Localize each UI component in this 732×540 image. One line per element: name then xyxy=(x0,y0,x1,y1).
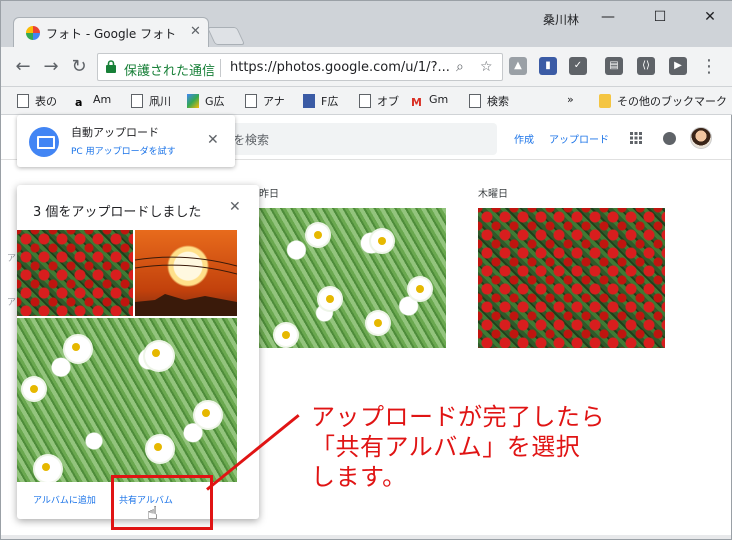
power-lines-graphic xyxy=(135,256,237,316)
try-uploader-link[interactable]: PC 用アップローダを試す xyxy=(71,144,176,157)
flower-shape xyxy=(145,342,173,370)
close-notification-icon[interactable]: ✕ xyxy=(207,132,219,148)
thumbnail-berries[interactable] xyxy=(17,230,133,316)
code-extension-icon[interactable]: ⟨⟩ xyxy=(637,57,655,75)
bookmark-item[interactable]: F広 xyxy=(303,93,338,109)
address-bar[interactable]: 保護された通信 https://photos.google.com/u/1/?.… xyxy=(97,53,503,81)
notifications-bell-icon[interactable] xyxy=(663,132,676,145)
title-bar: フォト - Google フォト ✕ 桑川林 — ☐ ✕ xyxy=(1,1,732,47)
page-icon xyxy=(131,94,143,108)
page-icon xyxy=(469,94,481,108)
photo-red-berries[interactable] xyxy=(478,208,665,348)
bookmark-star-icon[interactable]: ☆ xyxy=(480,59,493,75)
monitor-icon xyxy=(29,127,59,157)
add-to-album-button[interactable]: アルバムに追加 xyxy=(33,493,96,506)
tab-photos[interactable]: フォト - Google フォト ✕ xyxy=(13,17,209,47)
hand-cursor-icon: ☝ xyxy=(147,503,158,524)
bookmark-item[interactable]: a Am xyxy=(75,93,111,110)
media-extension-icon[interactable]: ▶ xyxy=(669,57,687,75)
create-link[interactable]: 作成 xyxy=(514,131,534,146)
close-window-button[interactable]: ✕ xyxy=(697,6,723,28)
browser-window: フォト - Google フォト ✕ 桑川林 — ☐ ✕ ← → ↻ 保護された… xyxy=(0,0,732,540)
gmail-icon: M xyxy=(411,96,422,109)
tab-title: フォト - Google フォト xyxy=(46,27,177,41)
google-ads-icon xyxy=(187,94,199,108)
browser-toolbar: ← → ↻ 保護された通信 https://photos.google.com/… xyxy=(1,47,732,87)
image-icon xyxy=(303,94,315,108)
flower-shape xyxy=(409,278,431,300)
flower-shape xyxy=(195,402,221,428)
folder-icon xyxy=(599,94,611,108)
flower-shape xyxy=(35,456,61,482)
maximize-button[interactable]: ☐ xyxy=(647,6,673,28)
flower-shape xyxy=(23,378,45,400)
profile-name[interactable]: 桑川林 xyxy=(543,11,579,28)
sidebar-fragment: ア xyxy=(7,298,17,308)
bookmark-item[interactable]: 凧川 xyxy=(131,93,171,109)
highlight-box xyxy=(111,475,213,530)
notification-title: 自動アップロード xyxy=(71,126,159,139)
bookmarks-overflow[interactable]: » xyxy=(567,93,574,106)
annotation-line-3: します。 xyxy=(311,463,407,491)
bookmark-item[interactable]: 表の xyxy=(17,93,57,109)
thumbnail-sunset[interactable] xyxy=(135,230,237,316)
annotation-line-1: アップロードが完了したら xyxy=(311,403,605,431)
page-icon xyxy=(17,94,29,108)
secure-label: 保護された通信 xyxy=(124,64,216,79)
flower-shape xyxy=(65,336,91,362)
upload-link[interactable]: アップロード xyxy=(549,131,609,146)
url-text[interactable]: https://photos.google.com/u/1/?... xyxy=(230,60,450,75)
bookmarks-bar: 表の a Am 凧川 G広 アナ F広 オブ M Gm 検索 » その他のブックマー… xyxy=(1,87,732,115)
menu-icon[interactable]: ⋮ xyxy=(699,57,719,77)
flower-shape xyxy=(371,230,393,252)
minimize-button[interactable]: — xyxy=(595,6,621,28)
upload-card-title: 3 個をアップロードしました xyxy=(33,205,202,220)
flower-shape xyxy=(319,288,341,310)
zoom-search-icon[interactable]: ⌕ xyxy=(456,59,464,75)
bookmark-item[interactable]: オブ xyxy=(359,93,399,109)
bookmark-item[interactable]: アナ xyxy=(245,93,285,109)
lock-icon xyxy=(106,60,116,73)
photo-flowers[interactable] xyxy=(259,208,446,348)
flower-shape xyxy=(275,324,297,346)
account-avatar[interactable] xyxy=(690,127,712,149)
thumbnail-flowers[interactable] xyxy=(17,318,237,482)
photo-search-input[interactable]: を検索 xyxy=(229,123,497,155)
drive-extension-icon[interactable]: ▲ xyxy=(509,57,527,75)
auto-upload-notification: 自動アップロード PC 用アップローダを試す ✕ xyxy=(17,115,235,167)
annotation-line-2: 「共有アルバム」を選択 xyxy=(311,433,581,461)
divider xyxy=(220,59,221,77)
back-button[interactable]: ← xyxy=(13,57,33,77)
flower-shape xyxy=(367,312,389,334)
bookmark-item[interactable]: 検索 xyxy=(469,93,509,109)
google-photos-icon xyxy=(26,26,40,40)
bookmark-item[interactable]: M Gm xyxy=(411,93,448,110)
page-icon xyxy=(359,94,371,108)
amazon-icon: a xyxy=(75,96,83,109)
date-heading-yesterday: 昨日 xyxy=(259,189,279,200)
flower-shape xyxy=(147,436,173,462)
search-placeholder: を検索 xyxy=(233,133,270,147)
document-extension-icon[interactable]: ▤ xyxy=(605,57,623,75)
check-extension-icon[interactable]: ✓ xyxy=(569,57,587,75)
other-bookmarks[interactable]: その他のブックマーク xyxy=(599,93,727,109)
bookmark-item[interactable]: G広 xyxy=(187,93,225,109)
sidebar-fragment: ア xyxy=(7,254,17,264)
forward-button[interactable]: → xyxy=(41,57,61,77)
reload-button[interactable]: ↻ xyxy=(69,57,89,77)
apps-grid-icon[interactable] xyxy=(630,132,642,144)
new-tab-button[interactable] xyxy=(206,27,246,45)
page-icon xyxy=(245,94,257,108)
bookmark-extension-icon[interactable]: ▮ xyxy=(539,57,557,75)
flower-shape xyxy=(307,224,329,246)
close-upload-card-icon[interactable]: ✕ xyxy=(229,199,241,215)
upload-complete-card: 3 個をアップロードしました ✕ アルバムに追加 共有アルバム xyxy=(17,185,259,519)
tab-close-icon[interactable]: ✕ xyxy=(190,24,201,39)
date-heading-thursday: 木曜日 xyxy=(478,189,508,200)
